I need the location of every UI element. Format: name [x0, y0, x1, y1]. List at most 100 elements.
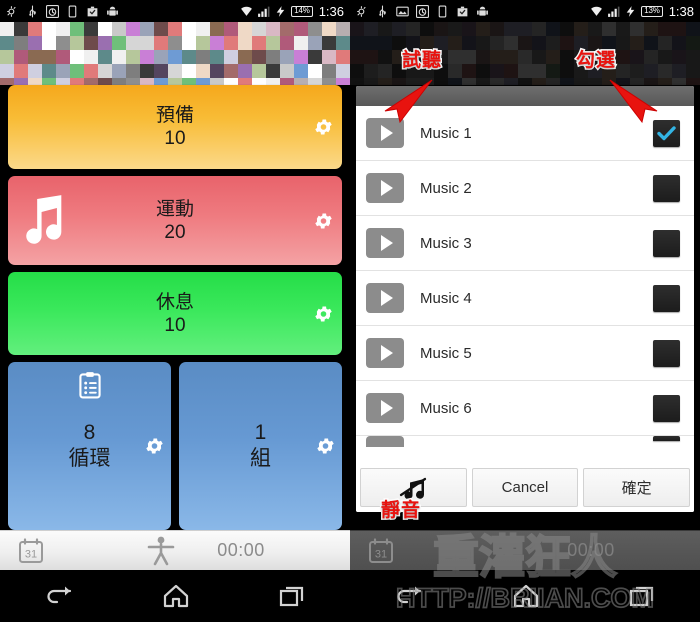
mosaic-cell	[378, 36, 392, 50]
mosaic-cell	[658, 36, 672, 50]
mosaic-cell	[42, 36, 56, 50]
mosaic-cell	[546, 36, 560, 50]
sim-icon	[438, 5, 447, 17]
mosaic-cell	[168, 50, 182, 64]
mosaic-cell	[560, 22, 574, 36]
mosaic-cell	[406, 22, 420, 36]
mosaic-cell	[210, 50, 224, 64]
home-icon[interactable]	[512, 583, 540, 609]
music-row[interactable]: Music 3	[356, 216, 694, 271]
mosaic-cell	[630, 50, 644, 64]
mosaic-cell	[126, 78, 140, 85]
mosaic-cell	[294, 36, 308, 50]
mosaic-cell	[14, 78, 28, 85]
card-rest-value: 10	[164, 314, 186, 336]
card-exercise[interactable]: 運動 20	[8, 176, 342, 265]
mosaic-cell	[224, 36, 238, 50]
mosaic-cell	[420, 22, 434, 36]
confirm-button[interactable]: 確定	[583, 468, 691, 507]
music-row[interactable]: Music 2	[356, 161, 694, 216]
music-row[interactable]: Music 5	[356, 326, 694, 381]
mosaic-cell	[336, 50, 350, 64]
calendar-button[interactable]: 31	[350, 537, 412, 564]
person-exercise-icon[interactable]	[147, 536, 175, 566]
weather-icon	[7, 5, 16, 17]
gear-icon[interactable]	[313, 210, 334, 231]
home-icon[interactable]	[162, 583, 190, 609]
mosaic-cell	[686, 78, 700, 85]
recents-icon[interactable]	[279, 584, 306, 608]
mosaic-cell	[126, 50, 140, 64]
music-row-checkbox[interactable]	[653, 436, 680, 441]
cancel-button[interactable]: Cancel	[471, 468, 579, 507]
wifi-icon	[591, 6, 603, 16]
recents-icon[interactable]	[629, 584, 656, 608]
music-list[interactable]: Music 1 Music 2 Music 3 Music 4 Music 5 Music…	[356, 106, 694, 466]
pixelated-banner-left	[0, 22, 350, 85]
gear-icon[interactable]	[313, 117, 334, 138]
mosaic-cell	[560, 36, 574, 50]
mosaic-cell	[350, 50, 364, 64]
mosaic-cell	[504, 22, 518, 36]
action-bar-center: 00:00	[412, 540, 700, 561]
mosaic-cell	[70, 50, 84, 64]
play-icon[interactable]	[366, 173, 404, 203]
gear-icon[interactable]	[313, 303, 334, 324]
card-rest[interactable]: 休息 10	[8, 272, 342, 355]
mosaic-cell	[140, 50, 154, 64]
music-row-partial[interactable]	[356, 436, 694, 462]
mosaic-cell	[644, 22, 658, 36]
mosaic-cell	[140, 78, 154, 85]
music-row[interactable]: Music 6	[356, 381, 694, 436]
music-row[interactable]: Music 4	[356, 271, 694, 326]
mosaic-cell	[686, 22, 700, 36]
mosaic-cell	[476, 64, 490, 78]
mosaic-cell	[322, 78, 336, 85]
mosaic-cell	[686, 50, 700, 64]
gear-icon[interactable]	[315, 436, 336, 457]
music-row-checkbox[interactable]	[653, 284, 680, 312]
music-row-label: Music 4	[420, 289, 472, 307]
mosaic-cell	[182, 64, 196, 78]
back-icon[interactable]	[394, 584, 424, 608]
android-icon	[107, 6, 118, 16]
play-icon[interactable]	[366, 228, 404, 258]
music-row-checkbox[interactable]	[653, 339, 680, 367]
card-prepare[interactable]: 預備 10	[8, 85, 342, 169]
mosaic-cell	[308, 22, 322, 36]
annotation-preview: 試聽	[400, 49, 443, 73]
android-icon	[477, 6, 488, 16]
calendar-button[interactable]: 31	[0, 537, 62, 564]
music-row-checkbox[interactable]	[653, 174, 680, 202]
mosaic-cell	[364, 36, 378, 50]
back-icon[interactable]	[44, 584, 74, 608]
mosaic-cell	[294, 64, 308, 78]
play-icon[interactable]	[366, 338, 404, 368]
mosaic-cell	[462, 22, 476, 36]
mosaic-cell	[308, 64, 322, 78]
mosaic-cell	[266, 78, 280, 85]
image-icon	[396, 6, 409, 16]
mosaic-cell	[168, 78, 182, 85]
mosaic-cell	[378, 22, 392, 36]
card-sets[interactable]: 1 組	[179, 362, 342, 530]
play-icon[interactable]	[366, 283, 404, 313]
card-cycles[interactable]: 8 循環	[8, 362, 171, 530]
mosaic-cell	[112, 78, 126, 85]
mosaic-cell	[350, 22, 364, 36]
music-row-checkbox[interactable]	[653, 229, 680, 257]
music-row-checkbox[interactable]	[653, 394, 680, 422]
mosaic-cell	[574, 78, 588, 85]
mosaic-cell	[42, 50, 56, 64]
play-icon[interactable]	[366, 393, 404, 423]
play-icon[interactable]	[366, 436, 404, 447]
mosaic-cell	[56, 50, 70, 64]
mosaic-cell	[112, 36, 126, 50]
music-selection-dialog: Music 1 Music 2 Music 3 Music 4 Music 5 Music…	[356, 86, 694, 512]
mosaic-cell	[224, 64, 238, 78]
music-row-label: Music 6	[420, 399, 472, 417]
mosaic-cell	[364, 50, 378, 64]
task-icon	[457, 6, 468, 16]
mosaic-cell	[504, 64, 518, 78]
gear-icon[interactable]	[144, 436, 165, 457]
